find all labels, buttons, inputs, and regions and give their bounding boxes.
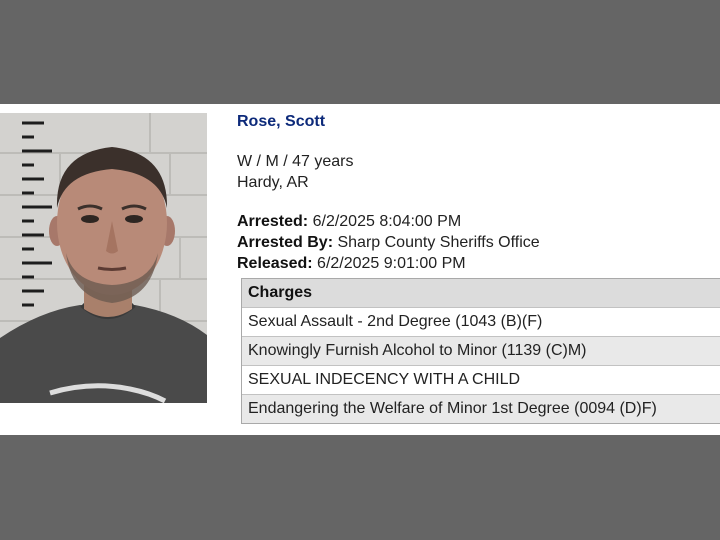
- arrest-record-card: Rose, Scott W / M / 47 years Hardy, AR A…: [0, 104, 720, 435]
- person-photo-icon: [0, 113, 207, 403]
- charge-row: Knowingly Furnish Alcohol to Minor (1139…: [242, 336, 720, 365]
- charge-row: SEXUAL INDECENCY WITH A CHILD: [242, 365, 720, 394]
- demographics: W / M / 47 years: [237, 153, 354, 170]
- location: Hardy, AR: [237, 174, 309, 191]
- released-line: Released: 6/2/2025 9:01:00 PM: [237, 255, 466, 273]
- mugshot-photo: [0, 113, 207, 403]
- charges-header: Charges: [242, 279, 720, 307]
- arrested-label: Arrested:: [237, 213, 309, 230]
- arrested-by-value: Sharp County Sheriffs Office: [337, 234, 540, 251]
- charge-row: Sexual Assault - 2nd Degree (1043 (B)(F): [242, 307, 720, 336]
- arrested-by-line: Arrested By: Sharp County Sheriffs Offic…: [237, 234, 540, 252]
- inmate-name[interactable]: Rose, Scott: [237, 113, 325, 131]
- arrested-value: 6/2/2025 8:04:00 PM: [312, 213, 462, 230]
- charge-row: Endangering the Welfare of Minor 1st Deg…: [242, 394, 720, 423]
- charges-table: Charges Sexual Assault - 2nd Degree (104…: [241, 278, 720, 424]
- released-label: Released:: [237, 255, 313, 272]
- arrested-by-label: Arrested By:: [237, 234, 334, 251]
- released-value: 6/2/2025 9:01:00 PM: [317, 255, 466, 272]
- arrested-line: Arrested: 6/2/2025 8:04:00 PM: [237, 213, 461, 231]
